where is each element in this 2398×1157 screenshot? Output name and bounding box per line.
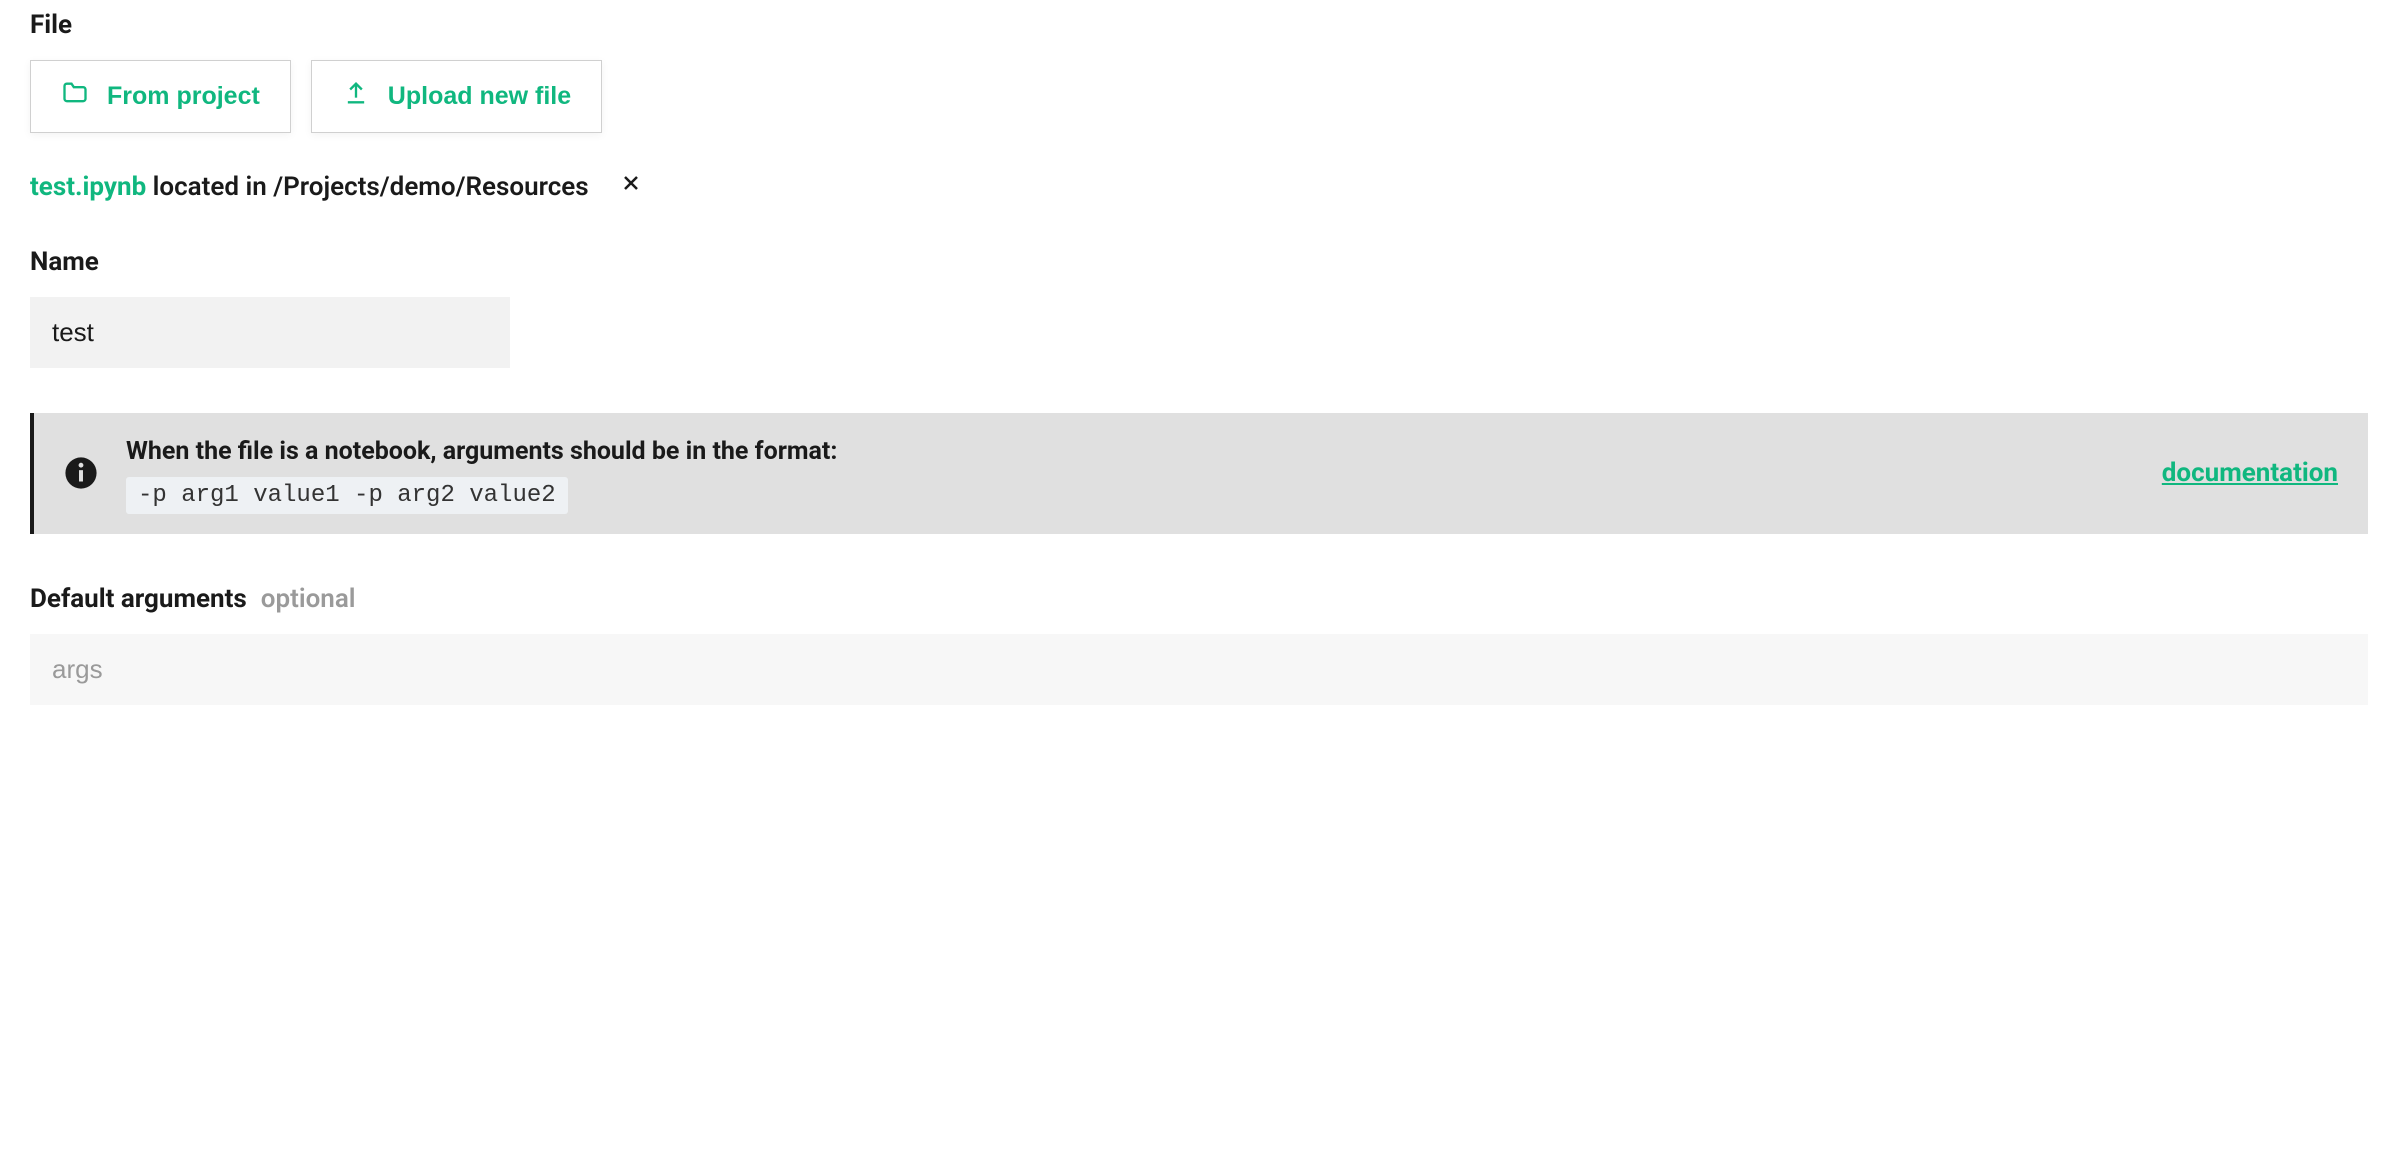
upload-label: Upload new file [388, 82, 571, 111]
upload-icon [342, 79, 370, 114]
close-icon [619, 171, 643, 202]
info-code-snippet: -p arg1 value1 -p arg2 value2 [126, 477, 568, 514]
info-banner: When the file is a notebook, arguments s… [30, 413, 2368, 534]
from-project-button[interactable]: From project [30, 60, 291, 133]
file-location-row: test.ipynb located in /Projects/demo/Res… [30, 171, 2368, 202]
optional-tag: optional [261, 584, 356, 614]
name-field-label: Name [30, 247, 2368, 277]
folder-icon [61, 79, 89, 114]
name-input[interactable] [30, 297, 510, 368]
selected-file-name[interactable]: test.ipynb [30, 172, 146, 202]
from-project-label: From project [107, 82, 260, 111]
file-section-label: File [30, 10, 2368, 40]
default-args-label: Default arguments [30, 584, 247, 614]
file-button-row: From project Upload new file [30, 60, 2368, 133]
selected-file-location-prefix: located in [146, 172, 273, 202]
selected-file-path: /Projects/demo/Resources [273, 172, 588, 202]
default-args-input[interactable] [30, 634, 2368, 705]
upload-new-file-button[interactable]: Upload new file [311, 60, 602, 133]
clear-file-button[interactable] [619, 171, 643, 202]
info-message: When the file is a notebook, arguments s… [126, 433, 837, 471]
documentation-link[interactable]: documentation [2162, 458, 2338, 488]
info-icon [64, 456, 98, 490]
